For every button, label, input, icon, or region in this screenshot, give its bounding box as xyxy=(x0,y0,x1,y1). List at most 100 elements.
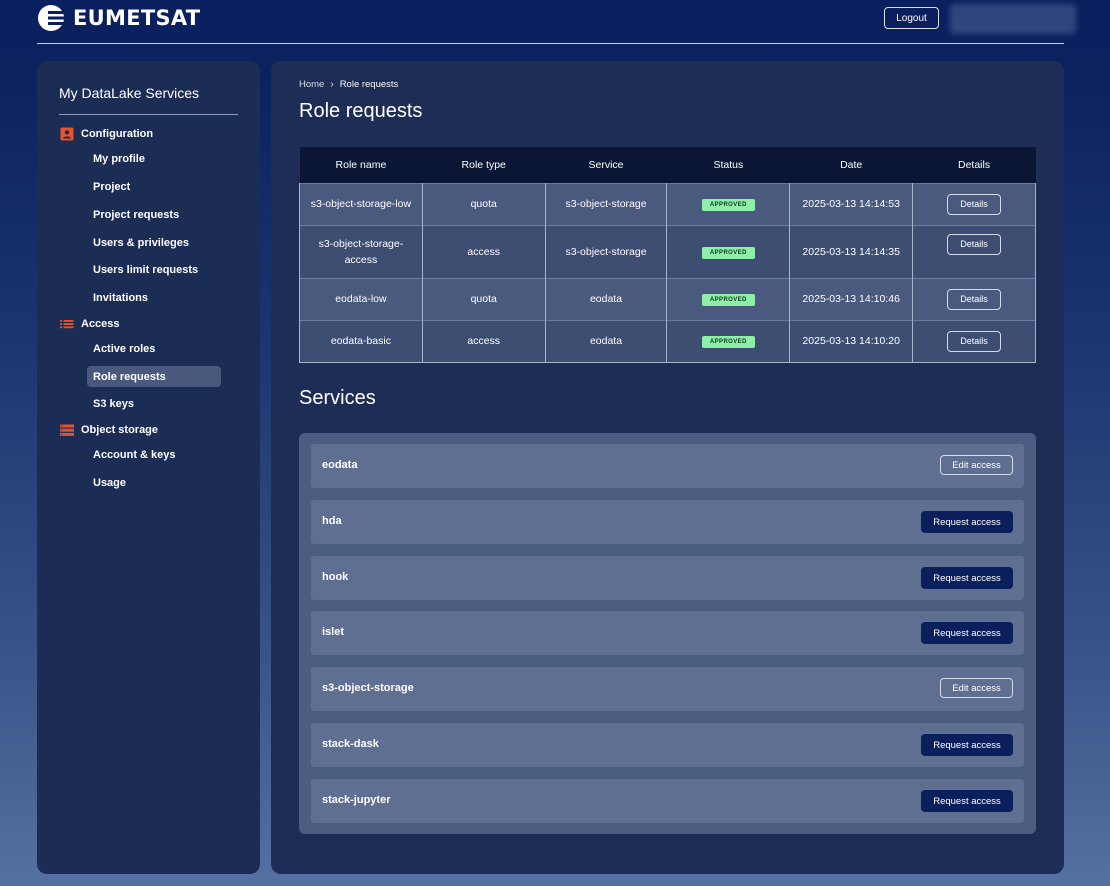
cell-service: s3-object-storage xyxy=(544,183,667,225)
cell-service: eodata xyxy=(544,278,667,320)
service-name: stack-jupyter xyxy=(322,794,391,806)
sidebar-item-invitations[interactable]: Invitations xyxy=(87,287,221,308)
services-panel: eodata Edit access hda Request access ho… xyxy=(299,433,1036,834)
details-button[interactable]: Details xyxy=(947,233,1002,255)
page-title: Role requests xyxy=(299,100,423,122)
cell-role-name: s3-object-storage-access xyxy=(299,225,423,278)
cell-role-type: quota xyxy=(421,278,546,320)
table-row: s3-object-storage-low quota s3-object-st… xyxy=(299,183,1036,225)
sidebar-item-active-roles[interactable]: Active roles xyxy=(87,338,221,359)
sidebar-item-role-requests[interactable]: Role requests xyxy=(87,366,221,387)
user-card-icon xyxy=(60,127,74,141)
sidebar: My DataLake Services Configuration My pr… xyxy=(37,61,260,874)
column-header[interactable]: Service xyxy=(545,147,667,183)
cell-details: Details xyxy=(912,225,1036,278)
brand-name: EUMETSAT xyxy=(73,6,201,30)
cell-status: APPROVED xyxy=(666,278,790,320)
status-badge: APPROVED xyxy=(701,199,755,211)
user-account-chip[interactable] xyxy=(950,4,1076,34)
role-requests-table: Role name Role type Service Status Date … xyxy=(299,147,1036,363)
sidebar-item-project-requests[interactable]: Project requests xyxy=(87,204,221,225)
cell-role-name: s3-object-storage-low xyxy=(299,183,423,225)
request-access-button[interactable]: Request access xyxy=(921,734,1013,756)
sidebar-divider xyxy=(59,114,238,115)
service-name: eodata xyxy=(322,459,358,471)
section-label: Access xyxy=(81,318,120,330)
cell-status: APPROVED xyxy=(666,183,790,225)
request-access-button[interactable]: Request access xyxy=(921,567,1013,589)
edit-access-button[interactable]: Edit access xyxy=(940,678,1013,698)
request-access-button[interactable]: Request access xyxy=(921,622,1013,644)
column-header[interactable]: Details xyxy=(913,147,1036,183)
section-access: Access xyxy=(60,316,120,332)
top-header: EUMETSAT Logout xyxy=(0,0,1110,44)
list-item: eodata Edit access xyxy=(311,444,1024,488)
service-name: s3-object-storage xyxy=(322,682,414,694)
request-access-button[interactable]: Request access xyxy=(921,511,1013,533)
details-button[interactable]: Details xyxy=(947,330,1002,352)
header-divider xyxy=(37,43,1064,44)
list-item: hda Request access xyxy=(311,500,1024,544)
column-header[interactable]: Status xyxy=(667,147,790,183)
service-name: islet xyxy=(322,626,345,638)
sidebar-item-usage[interactable]: Usage xyxy=(87,472,221,493)
list-item: s3-object-storage Edit access xyxy=(311,667,1024,711)
list-item: stack-jupyter Request access xyxy=(311,779,1024,823)
main-content: Home › Role requests Role requests Role … xyxy=(271,61,1064,874)
column-header[interactable]: Role type xyxy=(422,147,545,183)
services-title: Services xyxy=(299,387,376,409)
status-badge: APPROVED xyxy=(701,336,755,348)
cell-role-type: access xyxy=(421,225,546,278)
cell-date: 2025-03-13 14:14:53 xyxy=(789,183,913,225)
service-name: stack-dask xyxy=(322,738,379,750)
section-object-storage: Object storage xyxy=(60,422,158,438)
cell-details: Details xyxy=(912,183,1036,225)
cell-role-type: quota xyxy=(421,183,546,225)
table-row: s3-object-storage-access access s3-objec… xyxy=(299,225,1036,278)
service-name: hook xyxy=(322,571,349,583)
eumetsat-logo[interactable]: EUMETSAT xyxy=(37,4,200,32)
column-header[interactable]: Date xyxy=(790,147,913,183)
breadcrumb: Home › Role requests xyxy=(299,79,398,90)
logout-button[interactable]: Logout xyxy=(884,7,939,29)
status-badge: APPROVED xyxy=(701,246,755,259)
sidebar-title: My DataLake Services xyxy=(59,85,200,101)
cell-service: eodata xyxy=(544,320,667,362)
list-icon xyxy=(60,317,74,331)
cell-service: s3-object-storage xyxy=(544,225,667,278)
sidebar-item-users-limit-requests[interactable]: Users limit requests xyxy=(87,259,221,280)
edit-access-button[interactable]: Edit access xyxy=(940,455,1013,475)
sidebar-item-my-profile[interactable]: My profile xyxy=(87,148,221,169)
table-row: eodata-basic access eodata APPROVED 2025… xyxy=(299,320,1036,362)
breadcrumb-current: Role requests xyxy=(339,79,399,90)
breadcrumb-home[interactable]: Home xyxy=(299,79,324,90)
cell-date: 2025-03-13 14:10:20 xyxy=(789,320,913,362)
cell-details: Details xyxy=(912,320,1036,362)
sidebar-item-project[interactable]: Project xyxy=(87,176,221,197)
table-row: eodata-low quota eodata APPROVED 2025-03… xyxy=(299,278,1036,320)
details-button[interactable]: Details xyxy=(947,288,1002,310)
section-configuration: Configuration xyxy=(60,126,153,142)
list-item: islet Request access xyxy=(311,611,1024,655)
chevron-right-icon: › xyxy=(330,79,334,90)
column-header[interactable]: Role name xyxy=(300,147,423,183)
cell-role-name: eodata-basic xyxy=(299,320,423,362)
sidebar-item-account-keys[interactable]: Account & keys xyxy=(87,444,221,465)
service-name: hda xyxy=(322,515,342,527)
cell-role-name: eodata-low xyxy=(299,278,423,320)
status-badge: APPROVED xyxy=(701,294,755,306)
sidebar-item-users-privileges[interactable]: Users & privileges xyxy=(87,232,221,253)
cell-date: 2025-03-13 14:10:46 xyxy=(789,278,913,320)
eumetsat-logo-icon xyxy=(37,4,67,32)
cell-role-type: access xyxy=(421,320,546,362)
list-item: hook Request access xyxy=(311,556,1024,600)
table-header-row: Role name Role type Service Status Date … xyxy=(299,147,1036,183)
section-label: Configuration xyxy=(81,128,154,140)
list-item: stack-dask Request access xyxy=(311,723,1024,767)
request-access-button[interactable]: Request access xyxy=(921,790,1013,812)
details-button[interactable]: Details xyxy=(947,193,1002,215)
sidebar-item-s3-keys[interactable]: S3 keys xyxy=(87,393,221,414)
cell-status: APPROVED xyxy=(666,320,790,362)
section-label: Object storage xyxy=(81,424,159,436)
cell-date: 2025-03-13 14:14:35 xyxy=(789,225,913,278)
